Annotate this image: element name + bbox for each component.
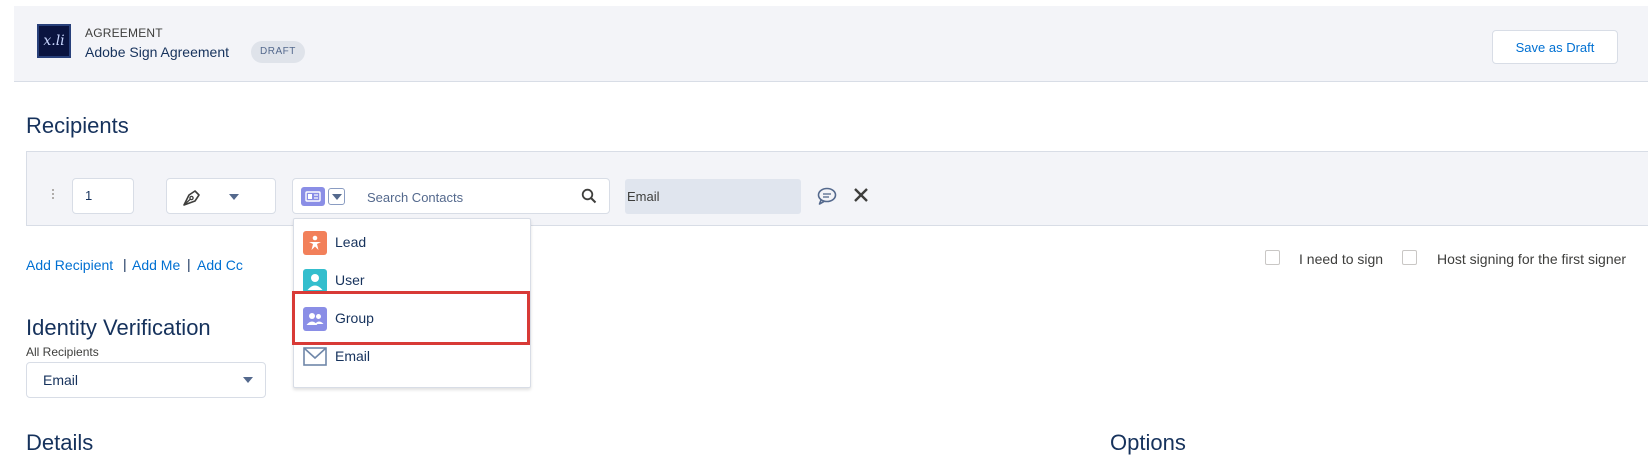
add-cc-link[interactable]: Add Cc [197,257,243,273]
chevron-down-icon [243,377,253,383]
remove-recipient-close-icon[interactable] [853,187,869,203]
chevron-down-icon [229,194,239,200]
dropdown-item-label: Group [335,310,374,326]
dropdown-item-group[interactable]: Group [294,299,530,337]
search-icon[interactable] [581,188,597,204]
link-separator: | [187,256,191,272]
identity-verification-value: Email [43,372,79,388]
email-icon [303,345,327,369]
host-signing-checkbox[interactable] [1402,250,1417,265]
contact-type-dropdown-toggle[interactable] [328,188,345,205]
recipient-role-select[interactable] [166,178,276,214]
lead-icon [303,231,327,255]
user-icon [303,269,327,293]
identity-verification-select[interactable]: Email [26,362,266,398]
dropdown-item-label: Lead [335,234,367,250]
dropdown-item-lead[interactable]: Lead [294,223,530,261]
dropdown-item-label: User [335,272,365,288]
all-recipients-label: All Recipients [26,345,99,359]
link-separator: | [123,256,127,272]
recipient-order-input[interactable]: 1 [72,178,134,214]
status-badge: DRAFT [251,41,305,63]
i-need-to-sign-label: I need to sign [1299,251,1384,267]
pen-nib-icon [183,190,200,206]
i-need-to-sign-checkbox[interactable] [1265,250,1280,265]
recipients-heading: Recipients [26,113,129,138]
chevron-down-icon [332,194,342,200]
host-signing-label: Host signing for the first signer [1437,251,1627,267]
add-recipient-link[interactable]: Add Recipient [26,257,113,273]
object-type-label: AGREEMENT [85,26,163,40]
dropdown-item-user[interactable]: User [294,261,530,299]
dropdown-item-label: Email [335,348,371,364]
adobe-sign-logo-icon: x.li [37,24,71,58]
save-as-draft-button[interactable]: Save as Draft [1492,30,1618,64]
contact-search-combobox[interactable] [292,178,610,215]
identity-verification-heading: Identity Verification [26,315,211,340]
private-message-icon[interactable] [816,186,838,206]
add-me-link[interactable]: Add Me [132,257,180,273]
details-heading: Details [26,430,94,455]
recipient-email-field[interactable]: Email [625,179,801,214]
search-contacts-input[interactable] [365,179,569,215]
page-title: Adobe Sign Agreement [85,44,229,60]
contact-card-icon[interactable] [301,187,325,206]
contact-type-dropdown-menu: Lead User Group Email [293,218,531,388]
dropdown-item-email[interactable]: Email [294,337,530,375]
drag-handle-icon[interactable] [52,189,57,199]
options-heading: Options [1110,430,1186,455]
group-icon [303,307,327,331]
